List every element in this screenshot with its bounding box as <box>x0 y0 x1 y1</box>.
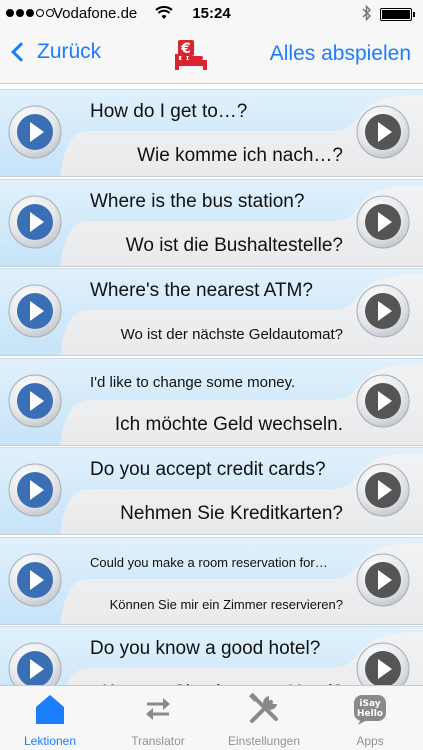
play-icon <box>8 553 62 606</box>
play-german-button[interactable] <box>356 105 410 159</box>
phrase-cell[interactable]: Do you know a good hotel?Kennen Sie ein … <box>0 626 423 685</box>
play-icon <box>356 195 410 248</box>
phrase-english: Do you accept credit cards? <box>90 459 326 480</box>
isayhello-icon: iSay Hello <box>353 692 387 726</box>
play-english-button[interactable] <box>8 642 62 685</box>
play-icon <box>8 195 62 248</box>
chevron-left-icon <box>11 42 31 62</box>
play-icon <box>356 463 410 517</box>
svg-text:€: € <box>180 41 191 57</box>
phrase-list[interactable]: How do I get to…? Wie komme ich nach…? Whe… <box>0 85 423 685</box>
play-all-button[interactable]: Alles abspielen <box>270 42 411 66</box>
phrase-cell[interactable]: Could you make a room reservation for… Kö… <box>0 536 423 625</box>
play-icon <box>356 642 410 685</box>
phrase-german: Nehmen Sie Kreditkarten? <box>120 503 343 524</box>
phrase-german: Wo ist die Bushaltestelle? <box>125 234 343 256</box>
tab-label: Einstellungen <box>227 734 301 748</box>
phrase-cell[interactable]: Where is the bus station? Wo ist die Bush… <box>0 178 423 267</box>
phrase-cell[interactable]: Do you accept credit cards? Nehmen Sie Kr… <box>0 447 423 535</box>
apps-icon-text-2: Hello <box>357 709 383 719</box>
bluetooth-icon <box>362 4 372 26</box>
apps-icon-text-1: iSay <box>359 699 380 709</box>
play-icon <box>356 105 410 159</box>
phrase-english: Where's the nearest ATM? <box>90 280 313 301</box>
phrase-german: Können Sie mir ein Zimmer reservieren? <box>109 596 343 612</box>
back-button-label: Zurück <box>37 40 102 63</box>
play-icon <box>8 642 62 685</box>
phrase-german: Wo ist der nächste Geldautomat? <box>120 326 343 343</box>
clock: 15:24 <box>192 5 231 22</box>
play-english-button[interactable] <box>8 374 62 428</box>
play-english-button[interactable] <box>8 553 62 607</box>
play-icon <box>8 374 62 427</box>
tab-label: Lektionen <box>23 734 77 748</box>
phrase-german: Ich möchte Geld wechseln. <box>114 413 343 435</box>
battery-tip <box>413 12 415 17</box>
play-german-button[interactable] <box>356 374 410 428</box>
play-german-button[interactable] <box>356 642 410 685</box>
play-icon <box>356 284 410 338</box>
status-bar: Vodafone.de 15:24 <box>0 0 423 28</box>
tab-lektionen[interactable]: Lektionen <box>0 686 100 750</box>
phrase-german: Wie komme ich nach…? <box>137 145 343 166</box>
phrase-english: Where is the bus station? <box>90 190 305 212</box>
play-english-button[interactable] <box>8 195 62 249</box>
play-german-button[interactable] <box>356 195 410 249</box>
play-icon <box>356 374 410 427</box>
tab-einstellungen[interactable]: Einstellungen <box>214 686 314 750</box>
phrase-english: Do you know a good hotel? <box>90 638 321 659</box>
phrase-cell[interactable]: How do I get to…? Wie komme ich nach…? <box>0 89 423 177</box>
tab-apps[interactable]: iSay Hello Apps <box>320 686 420 750</box>
navigation-bar: Zurück € Alles abspielen <box>0 28 423 84</box>
phrase-cell[interactable]: I'd like to change some money. Ich möchte… <box>0 357 423 446</box>
tab-bar: Lektionen Translator Einstellungen iSay … <box>0 685 423 750</box>
play-icon <box>8 463 62 517</box>
play-icon <box>8 105 62 159</box>
tools-icon <box>247 692 281 726</box>
play-icon <box>356 553 410 606</box>
tab-label: Apps <box>356 734 384 748</box>
tab-label: Translator <box>131 734 185 748</box>
play-english-button[interactable] <box>8 284 62 338</box>
phrase-english: Could you make a room reservation for… <box>90 554 328 570</box>
battery-icon <box>380 8 412 21</box>
phrase-english: I'd like to change some money. <box>90 373 296 391</box>
phrase-cell[interactable]: Where's the nearest ATM? Wo ist der nächs… <box>0 268 423 356</box>
tab-translator[interactable]: Translator <box>108 686 208 750</box>
arrows-swap-icon <box>141 692 175 726</box>
phrase-english: How do I get to…? <box>90 101 248 122</box>
play-english-button[interactable] <box>8 463 62 517</box>
play-german-button[interactable] <box>356 553 410 607</box>
play-german-button[interactable] <box>356 284 410 338</box>
euro-bed-icon: € <box>172 38 210 74</box>
house-icon <box>33 692 67 726</box>
back-button[interactable]: Zurück <box>10 40 101 64</box>
play-icon <box>8 284 62 338</box>
play-german-button[interactable] <box>356 463 410 517</box>
play-english-button[interactable] <box>8 105 62 159</box>
